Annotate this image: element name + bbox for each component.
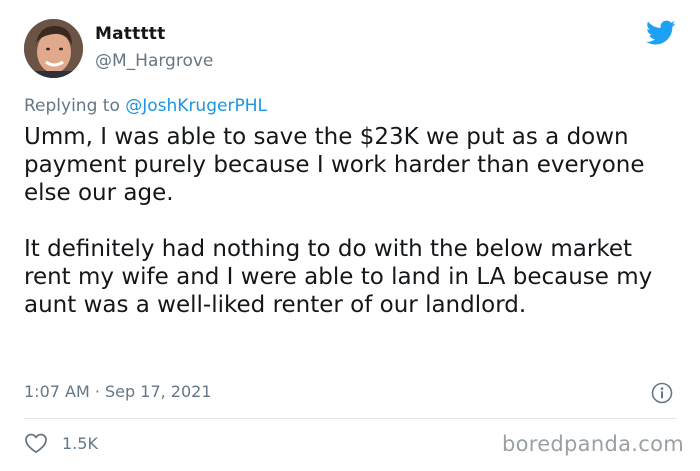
reply-mention-link[interactable]: @JoshKrugerPHL xyxy=(125,96,267,116)
info-icon[interactable] xyxy=(651,382,673,404)
reply-prefix: Replying to xyxy=(24,96,126,116)
like-count: 1.5K xyxy=(62,433,98,453)
avatar[interactable] xyxy=(24,19,83,78)
divider xyxy=(24,418,676,419)
tweet-paragraph-1: Umm, I was able to save the $23K we put … xyxy=(24,124,645,206)
twitter-bird-icon[interactable] xyxy=(646,20,676,46)
user-handle[interactable]: @M_Hargrove xyxy=(95,51,213,71)
source-watermark: boredpanda.com xyxy=(501,432,684,456)
display-name[interactable]: Mattttt xyxy=(95,24,165,44)
tweet-card: Mattttt @M_Hargrove Replying to @JoshKru… xyxy=(0,0,700,471)
reply-context: Replying to @JoshKrugerPHL xyxy=(24,96,267,116)
heart-icon xyxy=(25,433,47,454)
tweet-timestamp[interactable]: 1:07 AM · Sep 17, 2021 xyxy=(24,382,212,401)
like-button[interactable]: 1.5K xyxy=(24,430,98,456)
tweet-paragraph-2: It definitely had nothing to do with the… xyxy=(24,236,653,318)
avatar-image xyxy=(24,19,83,78)
tweet-text: Umm, I was able to save the $23K we put … xyxy=(24,123,674,319)
